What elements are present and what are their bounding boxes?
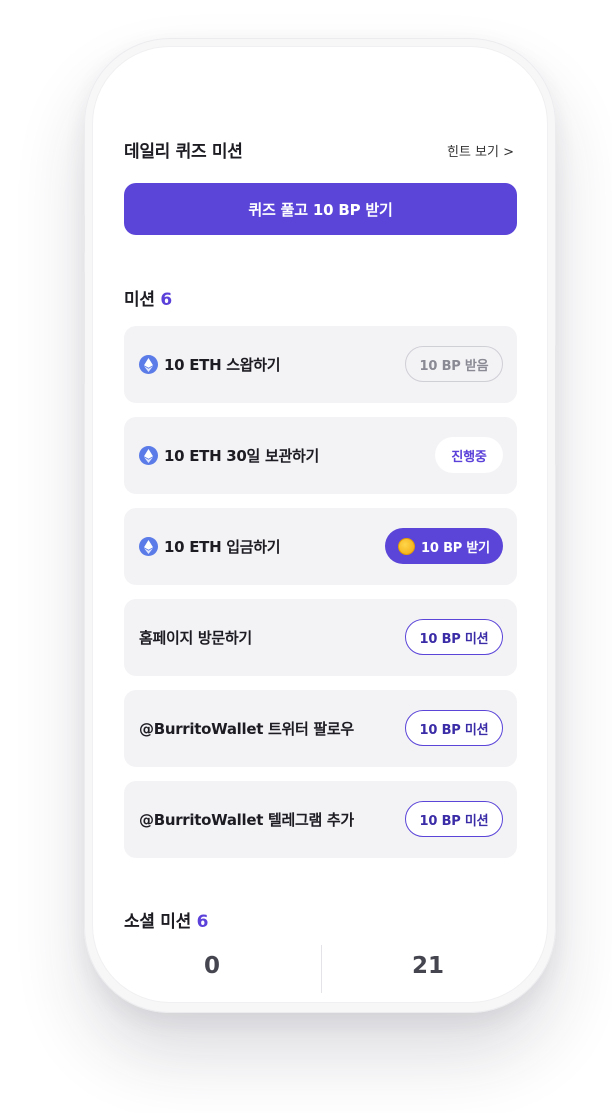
mission-card: 홈페이지 방문하기 10 BP 미션	[124, 599, 517, 676]
ethereum-icon	[139, 446, 158, 465]
stat-value-right: 21	[411, 953, 444, 979]
start-mission-button[interactable]: 10 BP 미션	[405, 619, 503, 655]
start-mission-button[interactable]: 10 BP 미션	[405, 710, 503, 746]
mission-label: 10 ETH 스왑하기	[164, 356, 281, 374]
side-button-right	[555, 345, 558, 465]
mission-label: 10 ETH 30일 보관하기	[164, 447, 319, 465]
mission-label: @BurritoWallet 트위터 팔로우	[139, 720, 354, 738]
missions-count: 6	[160, 290, 172, 310]
mission-card: @BurritoWallet 텔레그램 추가 10 BP 미션	[124, 781, 517, 858]
side-button-left	[82, 215, 85, 253]
mission-received-badge: 10 BP 받음	[405, 346, 503, 382]
ethereum-icon	[139, 355, 158, 374]
mission-card: @BurritoWallet 트위터 팔로우 10 BP 미션	[124, 690, 517, 767]
mission-label: 홈페이지 방문하기	[139, 629, 252, 647]
start-mission-button[interactable]: 10 BP 미션	[405, 801, 503, 837]
hint-link[interactable]: 힌트 보기 >	[447, 141, 514, 160]
social-missions-title: 소셜 미션 6	[124, 907, 208, 932]
mission-card: 10 ETH 스왑하기 10 BP 받음	[124, 326, 517, 403]
mission-label: 10 ETH 입금하기	[164, 538, 281, 556]
mission-card: 10 ETH 30일 보관하기 진행중	[124, 417, 517, 494]
stat-value-left: 0	[203, 953, 220, 979]
side-button-left-lower	[82, 272, 85, 384]
app-screen: 데일리 퀴즈 미션 힌트 보기 > 퀴즈 풀고 10 BP 받기 미션 6 10…	[92, 46, 548, 1003]
mission-label: @BurritoWallet 텔레그램 추가	[139, 811, 354, 829]
claim-reward-label: 10 BP 받기	[421, 540, 490, 556]
mission-in-progress-badge: 진행중	[435, 437, 503, 473]
missions-title: 미션 6	[124, 285, 172, 310]
missions-title-label: 미션	[124, 290, 155, 310]
social-missions-title-label: 소셜 미션	[124, 912, 191, 932]
social-missions-count: 6	[196, 912, 209, 932]
ethereum-icon	[139, 537, 158, 556]
coin-icon	[398, 537, 416, 555]
mission-card: 10 ETH 입금하기 10 BP 받기	[124, 508, 517, 585]
daily-quiz-title: 데일리 퀴즈 미션	[124, 142, 243, 162]
quiz-button[interactable]: 퀴즈 풀고 10 BP 받기	[124, 183, 517, 235]
claim-reward-button[interactable]: 10 BP 받기	[385, 528, 503, 564]
